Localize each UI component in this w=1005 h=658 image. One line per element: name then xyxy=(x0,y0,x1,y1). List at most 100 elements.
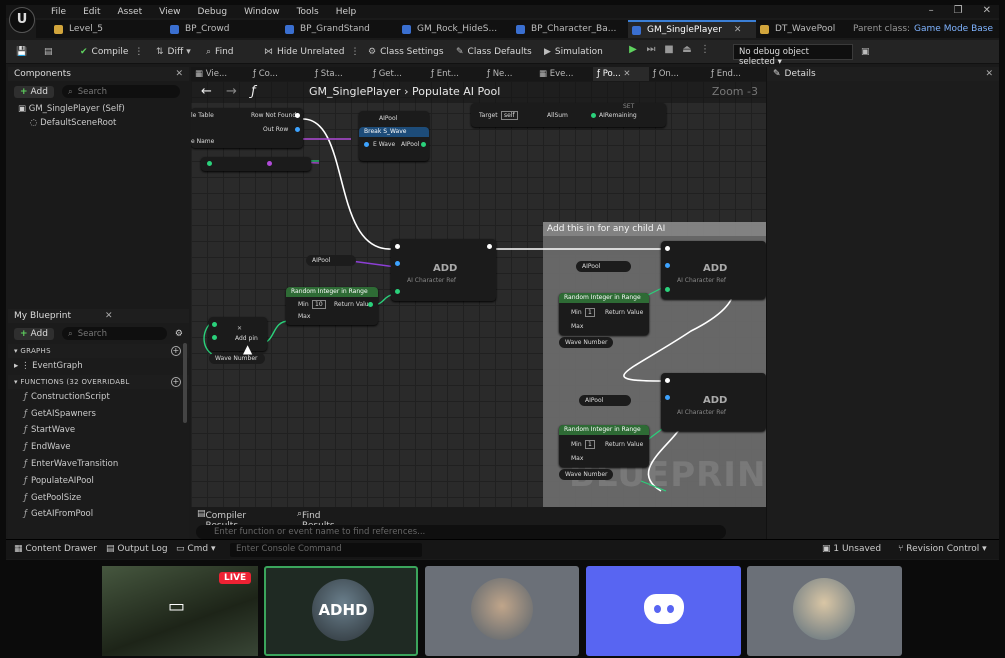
function-item[interactable]: ƒ EnterWaveTransition xyxy=(8,456,189,473)
function-item[interactable]: ƒ GetPoolSize xyxy=(8,490,189,507)
step-icon[interactable]: ⏭ xyxy=(644,44,658,58)
function-item[interactable]: ƒ GetAISpawners xyxy=(8,406,189,423)
graph-tab[interactable]: ƒ Sta... xyxy=(315,67,343,81)
tab-bp-character-base[interactable]: BP_Character_Ba... xyxy=(512,20,624,38)
tab-find-results[interactable]: ⌕ Find Results xyxy=(297,509,335,531)
graph-tab[interactable]: ƒ End... xyxy=(711,67,741,81)
tab-dt-wavepool[interactable]: DT_WavePool xyxy=(756,20,846,38)
struct-pin[interactable] xyxy=(295,127,300,132)
save-icon[interactable]: 💾 xyxy=(16,45,31,59)
struct-pin[interactable] xyxy=(364,142,369,147)
output-log-button[interactable]: ▤ Output Log xyxy=(106,544,168,554)
participant-tile[interactable] xyxy=(425,566,579,656)
class-defaults-button[interactable]: ✎ Class Defaults xyxy=(456,45,532,59)
array-pin[interactable] xyxy=(665,395,670,400)
more-icon[interactable]: ⋮ xyxy=(698,44,712,58)
menu-debug[interactable]: Debug xyxy=(197,7,227,17)
exec-pin[interactable] xyxy=(665,378,670,383)
exec-pin[interactable] xyxy=(487,244,492,249)
debug-browse-icon[interactable]: ▣ xyxy=(861,45,874,59)
graph-tab[interactable]: ƒ Get... xyxy=(373,67,402,81)
unsaved-button[interactable]: ▣ 1 Unsaved xyxy=(822,544,881,554)
close-panel-icon[interactable]: ✕ xyxy=(175,69,183,79)
menu-window[interactable]: Window xyxy=(244,7,280,17)
array-add-node[interactable]: ADD AI Character Ref xyxy=(391,239,496,301)
settings-gear-icon[interactable]: ⚙ xyxy=(175,329,183,339)
array-pin[interactable] xyxy=(267,161,272,166)
int-pin[interactable] xyxy=(368,302,373,307)
reroute-nodes[interactable] xyxy=(201,157,311,171)
browse-icon[interactable]: ▤ xyxy=(44,45,57,59)
diff-button[interactable]: ⇅ Diff ▾ xyxy=(156,45,195,59)
breadcrumb-root[interactable]: GM_SinglePlayer xyxy=(309,85,401,98)
scrollbar[interactable] xyxy=(183,343,187,423)
my-blueprint-search-input[interactable]: ⌕ Search xyxy=(61,327,167,340)
random-integer-node[interactable]: Random Integer in Range Min 10 Max Retur… xyxy=(286,287,378,325)
function-item[interactable]: ƒ StartWave xyxy=(8,422,189,439)
class-settings-button[interactable]: ⚙ Class Settings xyxy=(368,45,444,59)
add-pin-button[interactable]: Add pin xyxy=(235,335,258,342)
break-s-wave-node[interactable]: AIPool Break S_Wave E Wave AIPool xyxy=(359,111,429,161)
function-item[interactable]: ƒ ConstructionScript xyxy=(8,389,189,406)
add-int-node[interactable]: ✕ Add pin xyxy=(209,317,267,351)
revision-control-button[interactable]: ⑂ Revision Control ▾ xyxy=(898,544,987,554)
tab-gm-singleplayer[interactable]: GM_SinglePlayer ✕ xyxy=(628,20,756,38)
menu-edit[interactable]: Edit xyxy=(83,7,100,17)
function-item[interactable]: ƒ EndWave xyxy=(8,439,189,456)
component-default-scene-root[interactable]: ◌ DefaultSceneRoot xyxy=(18,116,189,130)
functions-section-header[interactable]: ▾ FUNCTIONS (32 OVERRIDABL + xyxy=(8,374,189,389)
forward-arrow-icon[interactable]: → xyxy=(226,84,237,99)
simulation-button[interactable]: ▶ Simulation xyxy=(544,45,603,59)
random-integer-node[interactable]: Random Integer in Range Min 1 Max Return… xyxy=(559,425,649,467)
ai-pool-variable[interactable]: AIPool xyxy=(306,255,356,266)
add-component-button[interactable]: + Add xyxy=(14,85,54,98)
int-pin[interactable] xyxy=(421,142,426,147)
close-icon[interactable]: ✕ xyxy=(237,325,242,332)
components-search-input[interactable]: ⌕ Search xyxy=(61,85,180,98)
ai-pool-variable[interactable]: AIPool xyxy=(576,261,631,272)
content-drawer-button[interactable]: ▦ Content Drawer xyxy=(14,544,97,554)
debug-object-select[interactable]: No debug object selected ▾ xyxy=(733,44,853,67)
menu-view[interactable]: View xyxy=(159,7,180,17)
stop-icon[interactable]: ■ xyxy=(662,44,676,58)
minimize-icon[interactable]: – xyxy=(929,5,934,16)
back-arrow-icon[interactable]: ← xyxy=(201,84,212,99)
cmd-dropdown[interactable]: ▭ Cmd ▾ xyxy=(176,544,216,554)
tab-bp-crowd[interactable]: BP_Crowd xyxy=(166,20,266,38)
tab-bp-grandstand[interactable]: BP_GrandStand xyxy=(281,20,386,38)
wave-number-variable[interactable]: Wave Number xyxy=(559,337,613,348)
console-command-input[interactable]: Enter Console Command xyxy=(230,543,422,557)
int-pin[interactable] xyxy=(212,322,217,327)
component-self[interactable]: ▣ GM_SinglePlayer (Self) xyxy=(18,102,189,116)
close-tab-icon[interactable]: ✕ xyxy=(734,25,742,35)
ai-pool-variable[interactable]: AIPool xyxy=(579,395,631,406)
exec-pin[interactable] xyxy=(665,246,670,251)
set-ai-remaining-node[interactable]: Target self AllSum AIRemaining SET xyxy=(471,103,666,127)
graph-tab-populate[interactable]: ƒ Po... ✕ xyxy=(593,67,649,81)
exec-pin[interactable] xyxy=(295,113,300,118)
compile-button[interactable]: ✔ Compile ⋮ xyxy=(80,45,147,59)
hide-unrelated-button[interactable]: ⋈ Hide Unrelated ⋮ xyxy=(264,45,364,59)
wave-number-variable[interactable]: Wave Number xyxy=(559,469,613,480)
get-data-table-row-node[interactable]: le Table Row Not Found Out Row e Name xyxy=(191,108,303,148)
int-pin[interactable] xyxy=(212,335,217,340)
participant-tile-discord[interactable] xyxy=(586,566,741,656)
int-pin[interactable] xyxy=(207,161,212,166)
array-add-node[interactable]: ADD AI Character Ref xyxy=(661,373,766,431)
play-icon[interactable]: ▶ xyxy=(626,44,640,58)
eject-icon[interactable]: ⏏ xyxy=(680,44,694,58)
tab-level-5[interactable]: Level_5 xyxy=(50,20,150,38)
array-pin[interactable] xyxy=(665,263,670,268)
exec-pin[interactable] xyxy=(395,244,400,249)
find-button[interactable]: ⌕ Find xyxy=(206,45,234,59)
graph-item-eventgraph[interactable]: ▸ ⋮ EventGraph xyxy=(8,358,189,375)
graphs-section-header[interactable]: ▾ GRAPHS + xyxy=(8,344,189,358)
wave-number-variable[interactable]: Wave Number xyxy=(209,353,265,364)
graph-tab[interactable]: ƒ On... xyxy=(653,67,679,81)
close-window-icon[interactable]: ✕ xyxy=(983,5,991,16)
graph-tab[interactable]: ▦ Vie... xyxy=(195,67,227,81)
graph-tab[interactable]: ƒ Ne... xyxy=(487,67,512,81)
menu-tools[interactable]: Tools xyxy=(297,7,319,17)
graph-tab[interactable]: ▦ Eve... xyxy=(539,67,573,81)
array-add-node[interactable]: ADD AI Character Ref xyxy=(661,241,766,299)
